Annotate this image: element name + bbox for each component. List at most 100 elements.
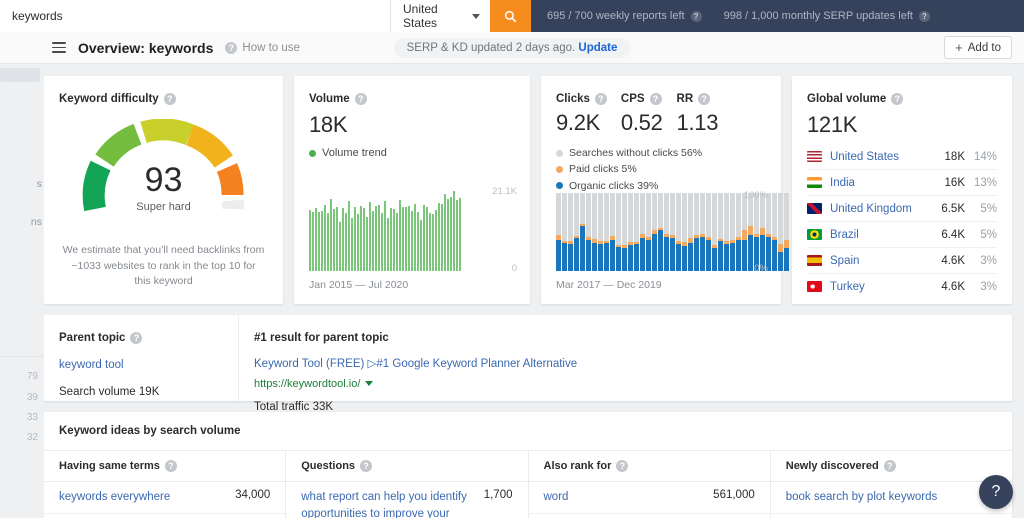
keyword-idea-row[interactable]: resume builder keywords: [771, 514, 1012, 518]
top-result-link[interactable]: Keyword Tool (FREE) ▷#1 Google Keyword P…: [254, 358, 577, 370]
clicks-bar-segment: [730, 193, 735, 240]
chevron-down-icon[interactable]: [364, 381, 373, 386]
clicks-bar-segment: [652, 234, 657, 271]
keyword-ideas-column: Also rank for? word 561,000 seo324,000: [528, 451, 771, 518]
clicks-bar-segment: [670, 238, 675, 271]
weekly-reports-quota: 695 / 700 weekly reports left ?: [531, 0, 702, 32]
help-circle-icon[interactable]: ?: [594, 93, 607, 105]
chevron-down-icon: [472, 13, 480, 19]
help-circle-icon[interactable]: ?: [163, 93, 176, 105]
help-circle-icon[interactable]: ?: [698, 93, 711, 105]
help-circle-icon[interactable]: ?: [918, 10, 930, 22]
volume-bar: [420, 220, 422, 271]
clicks-bar: [610, 193, 615, 271]
keyword-difficulty-gauge: 93 Super hard: [59, 119, 268, 213]
volume-bar: [375, 206, 377, 271]
clicks-bar-segment: [658, 193, 663, 229]
help-button[interactable]: ?: [979, 475, 1013, 509]
clicks-bar-segment: [586, 193, 591, 237]
country-row[interactable]: India 16K 13%: [807, 170, 997, 196]
help-circle-icon[interactable]: ?: [360, 460, 373, 472]
help-circle-icon[interactable]: ?: [130, 332, 143, 344]
clicks-bar-segment: [724, 193, 729, 242]
parent-topic-keyword-link[interactable]: keyword tool: [59, 359, 124, 371]
keyword-idea-row[interactable]: seo324,000: [529, 514, 770, 518]
clicks-bar: [754, 193, 759, 271]
help-circle-icon[interactable]: ?: [883, 460, 896, 472]
country-name-link[interactable]: Brazil: [830, 229, 927, 241]
clicks-card: Clicks ? 9.2K CPS ? 0.52 RR ? 1.13 Searc…: [541, 76, 789, 304]
keyword-idea-row[interactable]: keywords everywhere 34,000: [44, 482, 286, 514]
country-row[interactable]: Turkey 4.6K 3%: [807, 274, 997, 299]
clicks-bar-segment: [622, 193, 627, 246]
country-row[interactable]: Spain 4.6K 3%: [807, 248, 997, 274]
help-circle-icon[interactable]: ?: [354, 93, 367, 105]
keyword-ideas-column: Questions? what report can help you ident…: [286, 451, 529, 518]
clicks-bar-segment: [688, 193, 693, 239]
menu-toggle-button[interactable]: [44, 39, 74, 56]
clicks-bar: [586, 193, 591, 271]
clicks-bar-segment: [574, 193, 579, 236]
clicks-bar-segment: [772, 239, 777, 271]
keyword-idea-volume: 34,000: [235, 489, 271, 501]
help-circle-icon[interactable]: ?: [164, 460, 177, 472]
help-circle-icon[interactable]: ?: [891, 93, 904, 105]
country-volume: 4.6K: [941, 280, 965, 293]
keyword-ideas-column-header: Having same terms?: [44, 451, 286, 482]
volume-card: Volume ? 18K Volume trend 21.1K 0 Jan 20…: [294, 76, 530, 304]
add-to-button[interactable]: + Add to: [944, 36, 1012, 59]
volume-bar: [396, 213, 398, 271]
keyword-ideas-column-header: Newly discovered?: [770, 451, 1012, 482]
keyword-idea-link[interactable]: what report can help you identify opport…: [301, 489, 475, 518]
country-select[interactable]: United States: [390, 0, 490, 32]
keyword-idea-link[interactable]: keywords everywhere: [59, 489, 227, 506]
global-volume-card: Global volume ? 121K United States 18K 14%…: [792, 76, 1012, 304]
keyword-idea-link[interactable]: book search by plot keywords: [786, 489, 989, 506]
volume-bar: [351, 217, 353, 271]
top-result-url[interactable]: https://keywordtool.io/: [254, 378, 360, 390]
search-icon: [504, 10, 517, 22]
keyword-idea-row[interactable]: what report can help you identify opport…: [286, 482, 527, 518]
help-circle-icon[interactable]: ?: [616, 460, 629, 472]
keyword-idea-row[interactable]: word 561,000: [528, 482, 770, 514]
search-input[interactable]: [0, 0, 390, 32]
help-circle-icon[interactable]: ?: [690, 10, 702, 22]
clicks-bar-segment: [784, 239, 789, 248]
volume-bar: [336, 207, 338, 271]
country-row[interactable]: United Kingdom 6.5K 5%: [807, 196, 997, 222]
country-row[interactable]: Brazil 6.4K 5%: [807, 222, 997, 248]
search-button[interactable]: [490, 0, 531, 32]
country-name-link[interactable]: India: [830, 177, 927, 189]
flag-turkey-icon: [807, 281, 822, 292]
clicks-bar-segment: [742, 239, 747, 271]
help-circle-icon[interactable]: ?: [649, 93, 662, 105]
volume-bar: [354, 206, 356, 271]
clicks-bar-segment: [664, 193, 669, 234]
clicks-bar-segment: [718, 193, 723, 240]
keyword-idea-row[interactable]: keywords18,000: [44, 514, 285, 518]
clicks-bar-segment: [736, 193, 741, 237]
country-name-link[interactable]: United Kingdom: [830, 203, 927, 215]
country-row[interactable]: United States 18K 14%: [807, 144, 997, 170]
clicks-bar: [724, 193, 729, 271]
serp-update-link[interactable]: Update: [578, 42, 617, 54]
volume-bar: [339, 222, 341, 271]
country-name-link[interactable]: United States: [830, 151, 927, 163]
clicks-bar-segment: [628, 245, 633, 271]
country-name-link[interactable]: Turkey: [830, 281, 927, 293]
how-to-use-link[interactable]: ? How to use: [225, 41, 300, 54]
column-header-label: Also rank for: [543, 460, 612, 472]
volume-bar: [402, 206, 404, 271]
clicks-bar-segment: [616, 193, 621, 245]
column-header-label: Having same terms: [59, 460, 160, 472]
metric-rr: RR ? 1.13: [677, 89, 718, 136]
sidebar-item-label[interactable]: ns: [31, 216, 42, 228]
clicks-bar-segment: [658, 230, 663, 271]
legend-dot-icon: [556, 149, 563, 157]
volume-bar: [453, 191, 455, 271]
country-name-link[interactable]: Spain: [830, 255, 927, 267]
keyword-idea-link[interactable]: word: [544, 489, 706, 506]
keyword-idea-row[interactable]: book search by plot keywords: [770, 482, 1012, 514]
sidebar-item-label[interactable]: s: [37, 178, 42, 190]
clicks-bar: [628, 193, 633, 271]
